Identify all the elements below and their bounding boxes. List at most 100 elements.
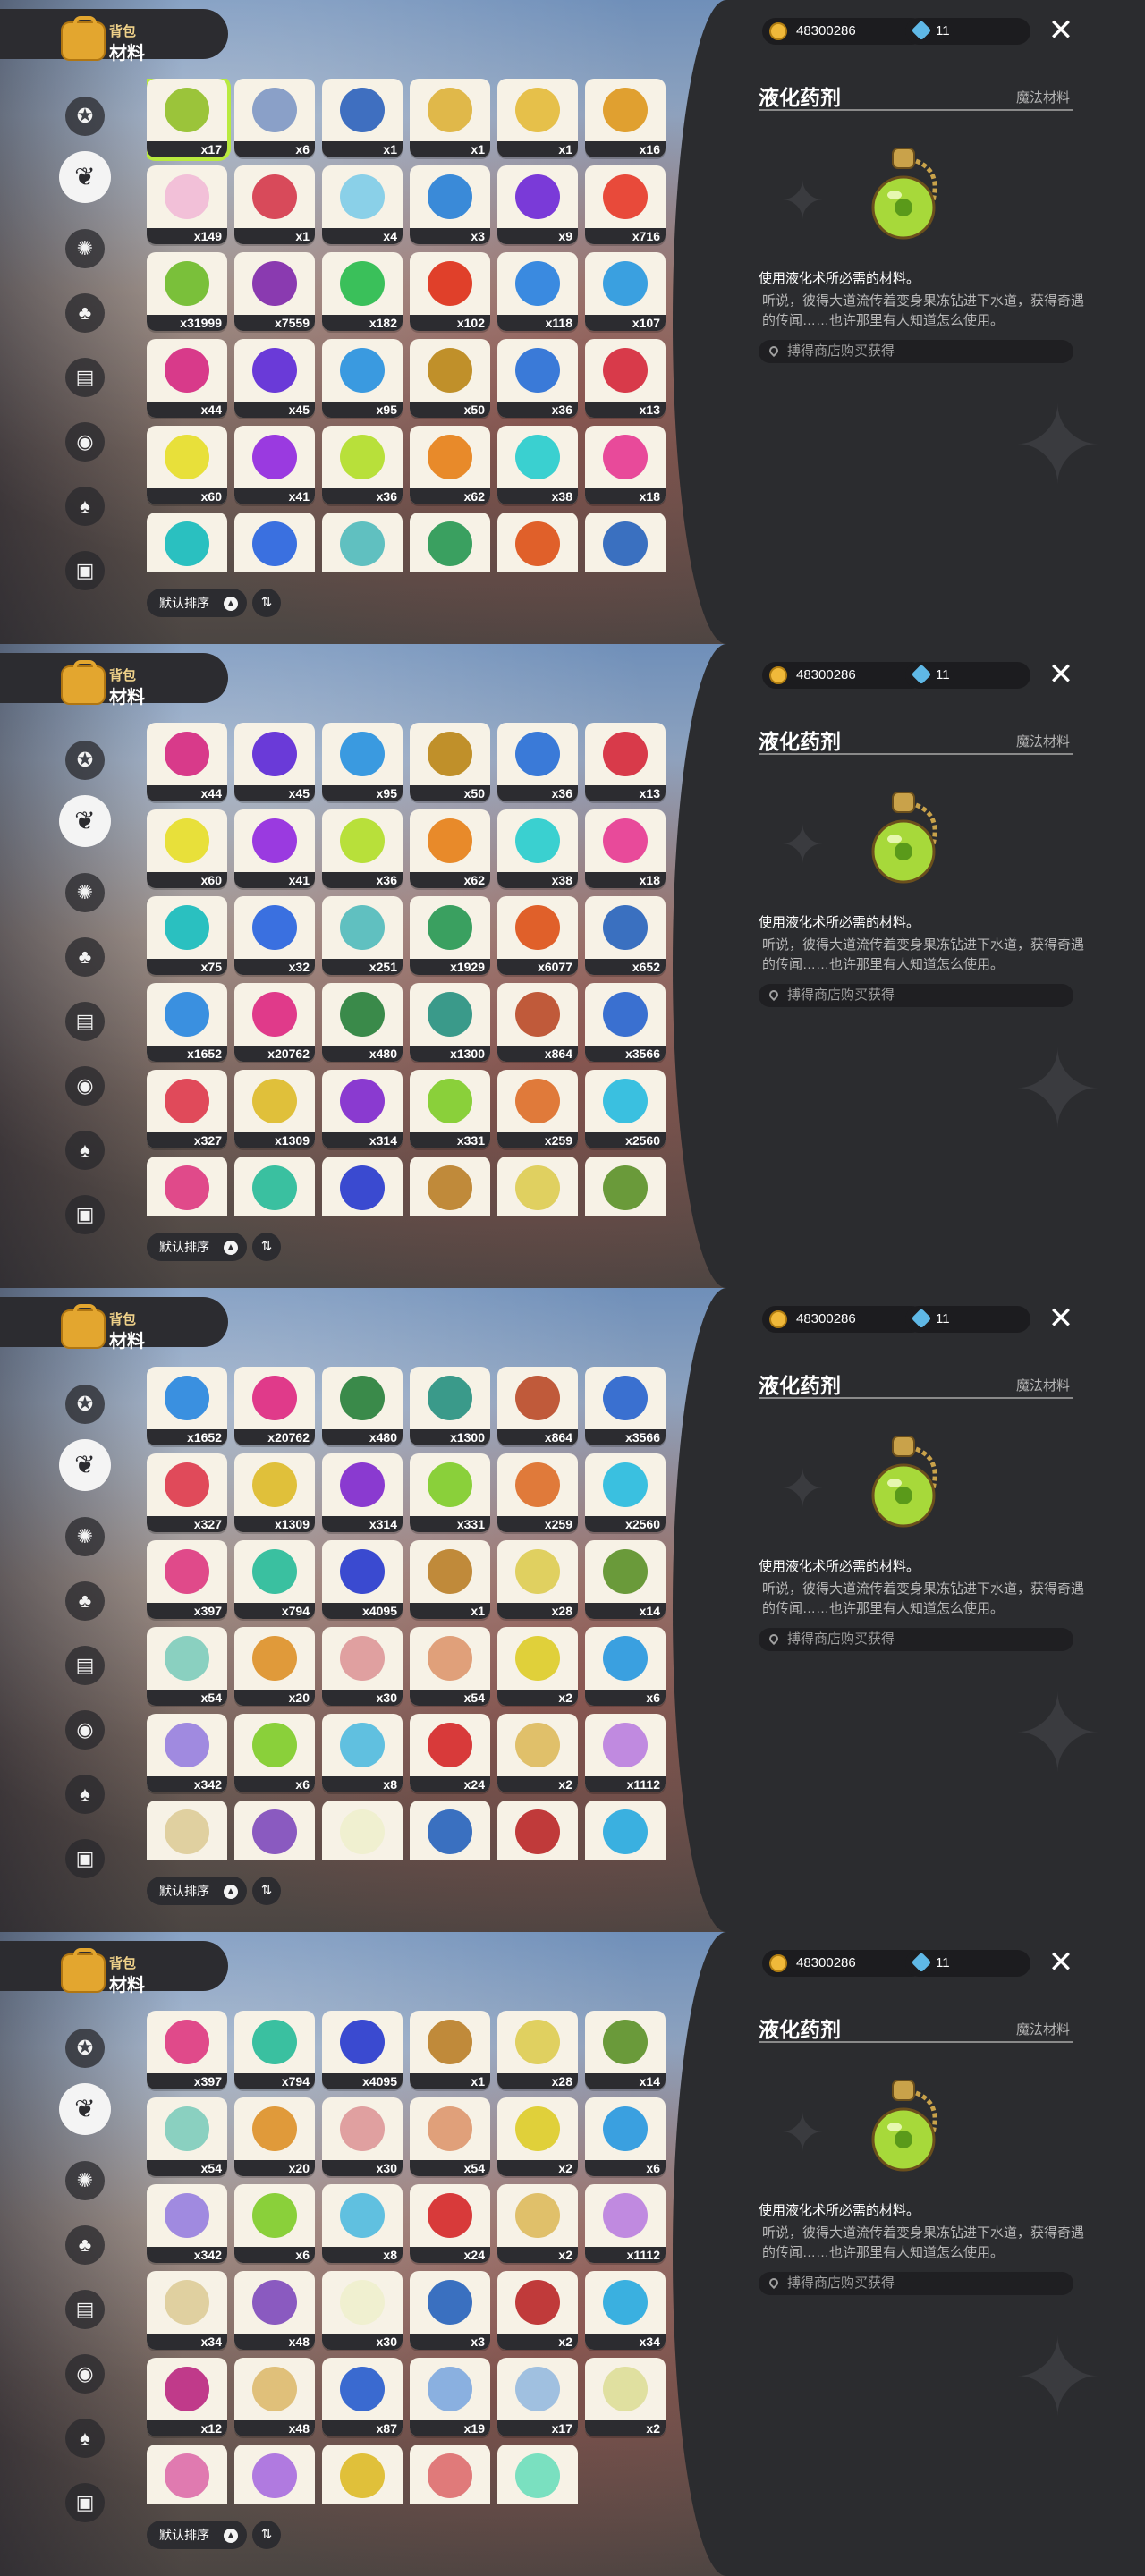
sort-order-button[interactable]: ⇅	[252, 1877, 281, 1905]
inventory-slot[interactable]: x24	[410, 1714, 490, 1792]
inventory-slot[interactable]: x2560	[585, 1453, 666, 1532]
inventory-slot[interactable]: x15	[497, 2445, 578, 2504]
inventory-slot[interactable]: x864	[497, 983, 578, 1062]
inventory-slot[interactable]: x149	[147, 165, 227, 244]
inventory-slot[interactable]: x1	[322, 79, 403, 157]
inventory-slot[interactable]: x32	[234, 896, 315, 975]
inventory-slot[interactable]: x3566	[585, 1367, 666, 1445]
inventory-slot[interactable]: x3	[410, 1801, 490, 1860]
inventory-slot[interactable]	[497, 513, 578, 572]
inventory-slot[interactable]: x62	[410, 426, 490, 504]
inventory-slot[interactable]: x794	[234, 1540, 315, 1619]
inventory-slot[interactable]: x30	[322, 1627, 403, 1706]
inventory-slot[interactable]: x1309	[234, 1453, 315, 1532]
inventory-slot[interactable]: x14	[585, 1157, 666, 1216]
inventory-slot[interactable]: x480	[322, 983, 403, 1062]
close-icon[interactable]: ✕	[1045, 1946, 1077, 1979]
inventory-slot[interactable]: x16	[585, 79, 666, 157]
inventory-slot[interactable]: x794	[234, 1157, 315, 1216]
inventory-slot[interactable]: x75	[147, 896, 227, 975]
inventory-slot[interactable]: x34	[147, 1801, 227, 1860]
inventory-slot[interactable]: x331	[410, 1070, 490, 1148]
inventory-slot[interactable]: x1	[410, 2011, 490, 2089]
inventory-slot[interactable]: x48	[234, 1801, 315, 1860]
inventory-slot[interactable]: x20	[234, 2097, 315, 2176]
inventory-slot[interactable]: x1300	[410, 1367, 490, 1445]
inventory-slot[interactable]: x327	[147, 1070, 227, 1148]
inventory-slot[interactable]: x1	[234, 165, 315, 244]
chest-icon[interactable]: ▣	[65, 2483, 105, 2522]
inventory-slot[interactable]: x6	[234, 2184, 315, 2263]
acorn-icon[interactable]: ♠	[65, 487, 105, 526]
inventory-slot[interactable]: x251	[322, 896, 403, 975]
inventory-slot[interactable]: x18	[585, 426, 666, 504]
sprout-icon[interactable]: ♣	[65, 937, 105, 977]
inventory-slot[interactable]: x41	[234, 426, 315, 504]
inventory-slot[interactable]: x24	[410, 2184, 490, 2263]
inventory-slot[interactable]: x28	[497, 2011, 578, 2089]
inventory-slot[interactable]: x4095	[322, 2011, 403, 2089]
inventory-slot[interactable]: x397	[147, 1540, 227, 1619]
inventory-slot[interactable]: x54	[147, 1627, 227, 1706]
inventory-slot[interactable]: x4095	[322, 1540, 403, 1619]
inventory-slot[interactable]: x34	[147, 2271, 227, 2350]
inventory-slot[interactable]: x4095	[322, 1157, 403, 1216]
inventory-slot[interactable]: x393	[147, 2445, 227, 2504]
scroll-card-icon[interactable]: ▤	[65, 1646, 105, 1685]
sprout-icon[interactable]: ♣	[65, 293, 105, 333]
inventory-slot[interactable]: x342	[147, 2184, 227, 2263]
inventory-slot[interactable]: x314	[322, 1453, 403, 1532]
inventory-slot[interactable]: x34	[585, 2271, 666, 2350]
inventory-slot[interactable]: x182	[322, 252, 403, 331]
inventory-slot[interactable]: x692	[410, 2445, 490, 2504]
inventory-slot[interactable]: x60	[147, 426, 227, 504]
inventory-slot[interactable]: x480	[322, 1367, 403, 1445]
inventory-slot[interactable]	[147, 513, 227, 572]
star-badge-icon[interactable]: ✪	[65, 1385, 105, 1424]
sort-dropdown[interactable]: 默认排序 ▲	[147, 1877, 247, 1905]
inventory-slot[interactable]: x1112	[585, 1714, 666, 1792]
chest-icon[interactable]: ▣	[65, 551, 105, 590]
inventory-slot[interactable]: x48	[234, 2358, 315, 2436]
dots-ball-icon[interactable]: ◉	[65, 1066, 105, 1106]
inventory-slot[interactable]: x327	[147, 1453, 227, 1532]
inventory-slot[interactable]: x2	[497, 2184, 578, 2263]
inventory-slot[interactable]: x31999	[147, 252, 227, 331]
acorn-icon[interactable]: ♠	[65, 1775, 105, 1814]
inventory-slot[interactable]: x397	[147, 2011, 227, 2089]
inventory-slot[interactable]	[585, 513, 666, 572]
inventory-slot[interactable]: x12	[147, 2358, 227, 2436]
inventory-slot[interactable]: x62	[410, 809, 490, 888]
inventory-slot[interactable]: x259	[497, 1070, 578, 1148]
inventory-slot[interactable]: x50	[410, 723, 490, 801]
inventory-slot[interactable]: x9	[497, 165, 578, 244]
inventory-slot[interactable]: x34	[585, 1801, 666, 1860]
inventory-slot[interactable]: x1112	[585, 2184, 666, 2263]
inventory-slot[interactable]	[410, 513, 490, 572]
inventory-slot[interactable]: x107	[585, 252, 666, 331]
inventory-slot[interactable]: x87	[322, 2358, 403, 2436]
inventory-slot[interactable]: x30	[322, 2271, 403, 2350]
inventory-slot[interactable]: x36	[322, 426, 403, 504]
inventory-slot[interactable]	[234, 513, 315, 572]
inventory-slot[interactable]: x50	[410, 339, 490, 418]
inventory-slot[interactable]: x1929	[410, 896, 490, 975]
inventory-slot[interactable]: x652	[585, 896, 666, 975]
star-badge-icon[interactable]: ✪	[65, 97, 105, 136]
inventory-slot[interactable]: x331	[410, 1453, 490, 1532]
inventory-slot[interactable]: x18	[585, 809, 666, 888]
gear-spark-icon[interactable]: ✺	[65, 873, 105, 912]
inventory-slot[interactable]: x54	[410, 2097, 490, 2176]
inventory-slot[interactable]: x1300	[410, 983, 490, 1062]
inventory-slot[interactable]: x17	[147, 79, 231, 161]
inventory-slot[interactable]: x20762	[234, 983, 315, 1062]
chest-icon[interactable]: ▣	[65, 1839, 105, 1878]
inventory-slot[interactable]: x95	[322, 723, 403, 801]
inventory-slot[interactable]: x716	[585, 165, 666, 244]
inventory-slot[interactable]: x44	[147, 339, 227, 418]
inventory-slot[interactable]: x6077	[497, 896, 578, 975]
inventory-slot[interactable]: x2	[585, 2358, 666, 2436]
inventory-slot[interactable]: x864	[497, 1367, 578, 1445]
inventory-slot[interactable]: x38	[497, 426, 578, 504]
inventory-slot[interactable]: x118	[497, 252, 578, 331]
